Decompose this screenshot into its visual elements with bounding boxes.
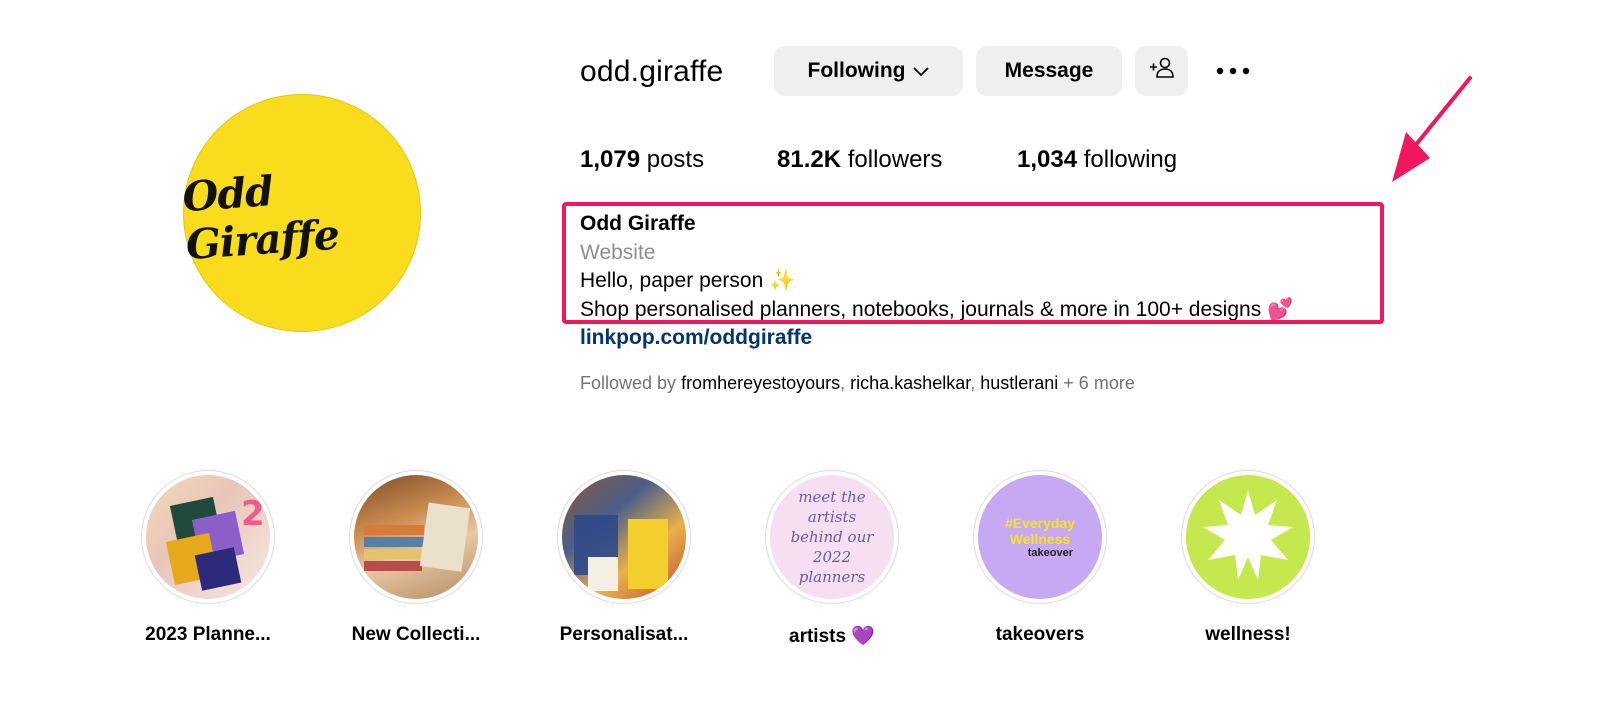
highlight-cover-ring: meet the artists behind our 2022 planner… [765, 470, 899, 604]
add-person-icon [1148, 56, 1176, 86]
highlight-label: New Collecti... [351, 624, 481, 645]
highlight-cover-image [354, 475, 478, 599]
profile-username: odd.giraffe [580, 55, 724, 88]
highlight-cover-text: #Everyday Wellness takeover [1004, 515, 1076, 559]
message-button-label: Message [1004, 59, 1094, 82]
highlight-cover-image [1186, 475, 1310, 599]
highlight-cover-ring [349, 470, 483, 604]
highlight-item[interactable]: #Everyday Wellness takeover takeovers [955, 470, 1125, 646]
following-button[interactable]: Following [774, 46, 963, 96]
profile-avatar[interactable]: Odd Giraffe [180, 94, 421, 332]
following-stat[interactable]: 1,034 following [1017, 145, 1177, 175]
followed-by[interactable]: Followed by fromhereyestoyours, richa.ka… [580, 373, 1135, 394]
highlight-label: 2023 Planne... [145, 624, 271, 645]
highlight-item[interactable]: 2 2023 Planne... [123, 470, 293, 646]
followers-stat[interactable]: 81.2K followers [777, 145, 942, 175]
following-button-label: Following [807, 59, 906, 82]
message-button[interactable]: Message [976, 46, 1122, 96]
starburst-icon [1198, 485, 1298, 590]
avatar-logo-text: Odd Giraffe [180, 167, 341, 270]
highlight-cover-text: meet the artists behind our 2022 planner… [790, 488, 874, 586]
chevron-down-icon [913, 59, 930, 83]
highlight-item[interactable]: Personalisat... [539, 470, 709, 646]
followed-by-more: + 6 more [1063, 373, 1135, 393]
add-person-button[interactable] [1135, 46, 1188, 96]
more-options-button[interactable] [1213, 58, 1253, 84]
highlight-cover-image: 2 [146, 475, 270, 599]
followers-count: 81.2K [777, 146, 842, 173]
highlight-item[interactable]: New Collecti... [331, 470, 501, 646]
posts-label: posts [646, 146, 705, 173]
highlight-label: Personalisat... [559, 624, 689, 645]
followed-by-user[interactable]: hustlerani [980, 373, 1058, 393]
highlight-cover-image: meet the artists behind our 2022 planner… [770, 475, 894, 599]
highlight-label: artists 💜 [789, 626, 875, 647]
following-label: following [1083, 146, 1178, 173]
posts-count: 1,079 [580, 146, 641, 173]
followers-label: followers [847, 146, 943, 173]
arrow-annotation-icon [1380, 70, 1480, 190]
bio-highlight-annotation [562, 202, 1384, 324]
followed-by-user[interactable]: fromhereyestoyours [681, 373, 840, 393]
highlight-item[interactable]: wellness! [1163, 470, 1333, 646]
highlight-label: takeovers [995, 624, 1085, 645]
followed-by-user[interactable]: richa.kashelkar [850, 373, 970, 393]
svg-text:2: 2 [241, 494, 265, 534]
highlight-cover-ring: 2 [141, 470, 275, 604]
highlight-cover-image: #Everyday Wellness takeover [978, 475, 1102, 599]
highlight-label: wellness! [1205, 624, 1291, 645]
followed-by-prefix: Followed by [580, 373, 677, 393]
highlight-cover-ring: #Everyday Wellness takeover [973, 470, 1107, 604]
following-count: 1,034 [1017, 146, 1078, 173]
more-icon [1215, 62, 1251, 80]
highlight-cover-image [562, 475, 686, 599]
bio-link[interactable]: linkpop.com/oddgiraffe [580, 326, 812, 349]
posts-stat: 1,079 posts [580, 145, 704, 175]
highlight-cover-ring [557, 470, 691, 604]
highlight-cover-ring [1181, 470, 1315, 604]
highlight-item[interactable]: meet the artists behind our 2022 planner… [747, 470, 917, 648]
